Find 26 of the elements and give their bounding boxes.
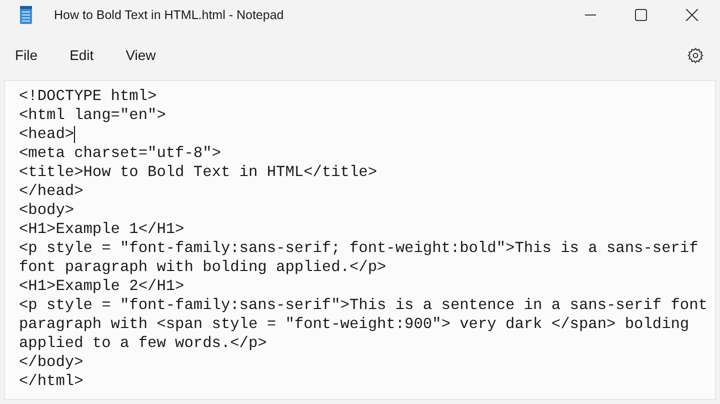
code-line: applied to a few words.</p>: [19, 334, 267, 353]
menu-item[interactable]: Edit: [58, 39, 105, 71]
minimize-icon: [584, 14, 596, 16]
code-line: </html>: [19, 372, 84, 391]
code-line: <!DOCTYPE html>: [19, 87, 157, 106]
code-line: <H1>Example 2</H1>: [19, 277, 184, 296]
code-line: <meta charset="utf-8">: [19, 144, 221, 163]
code-line: font paragraph with bolding applied.</p>: [19, 258, 386, 277]
code-line: <head>: [19, 125, 74, 144]
code-line: paragraph with <span style = "font-weight:900"> very dark </span> bolding: [19, 315, 690, 334]
menu-item[interactable]: File: [4, 39, 49, 71]
code-line: <p style = "font-family:sans-serif; font-weight:bold">This is a sans-serif: [19, 239, 698, 258]
settings-icon: [686, 46, 704, 64]
window-title: How to Bold Text in HTML.html - Notepad: [54, 6, 284, 24]
code-line: <body>: [19, 201, 74, 220]
maximize-icon: [635, 9, 647, 21]
code-line: </head>: [19, 182, 84, 201]
code-line: <H1>Example 1</H1>: [19, 220, 184, 239]
text-editor[interactable]: [4, 80, 716, 400]
close-icon: [686, 9, 698, 21]
code-line: <p style = "font-family:sans-serif">This is a sentence in a sans-serif font: [19, 296, 708, 315]
menu-item[interactable]: View: [114, 39, 167, 71]
code-line: </body>: [19, 353, 84, 372]
code-line: <html lang="en">: [19, 106, 166, 125]
code-line: <title>How to Bold Text in HTML</title>: [19, 163, 378, 182]
notepad-icon: [20, 6, 32, 24]
